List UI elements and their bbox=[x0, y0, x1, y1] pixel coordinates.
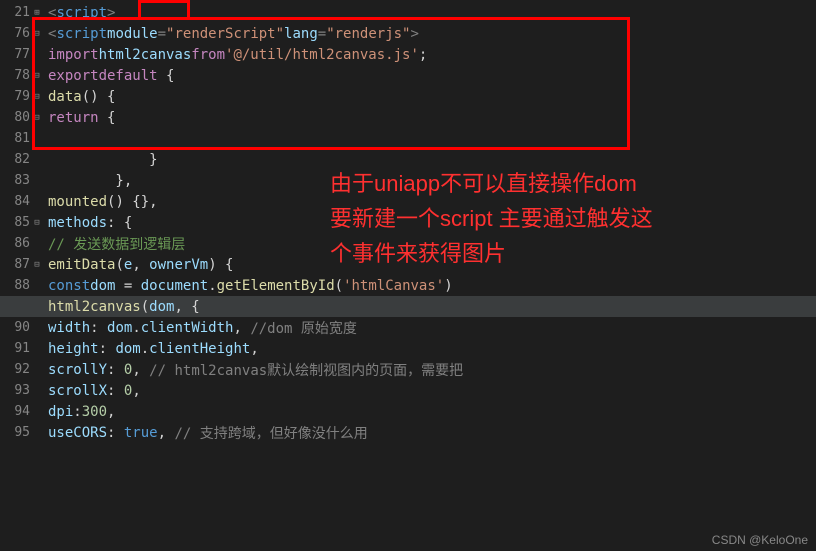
line-number: 85⊟ bbox=[0, 212, 44, 233]
fold-icon[interactable]: ⊟ bbox=[32, 218, 42, 228]
line-number-gutter: 21⊞76⊟7778⊟79⊟80⊟8182838485⊟8687⊟8889⊟90… bbox=[0, 0, 44, 551]
code-line[interactable]: height: dom.clientHeight, bbox=[48, 338, 816, 359]
line-number: 83 bbox=[0, 170, 44, 191]
code-line[interactable]: scrollY: 0, // html2canvas默认绘制视图内的页面，需要把 bbox=[48, 359, 816, 380]
fold-icon[interactable]: ⊟ bbox=[32, 29, 42, 39]
code-line[interactable]: data() { bbox=[48, 86, 816, 107]
code-line[interactable]: width: dom.clientWidth, //dom 原始宽度 bbox=[48, 317, 816, 338]
fold-icon[interactable]: ⊟ bbox=[32, 92, 42, 102]
code-line[interactable]: scrollX: 0, bbox=[48, 380, 816, 401]
line-number: 93 bbox=[0, 380, 44, 401]
line-number: 87⊟ bbox=[0, 254, 44, 275]
line-number: 95 bbox=[0, 422, 44, 443]
code-line[interactable]: <script module="renderScript" lang="rend… bbox=[48, 23, 816, 44]
line-number: 78⊟ bbox=[0, 65, 44, 86]
code-line[interactable]: useCORS: true, // 支持跨域，但好像没什么用 bbox=[48, 422, 816, 443]
fold-icon[interactable]: ⊟ bbox=[32, 260, 42, 270]
annotation-line1: 由于uniapp不可以直接操作dom bbox=[330, 166, 653, 201]
line-number: 90 bbox=[0, 317, 44, 338]
annotation-line3: 个事件来获得图片 bbox=[330, 236, 653, 271]
line-number: 21⊞ bbox=[0, 2, 44, 23]
line-number: 84 bbox=[0, 191, 44, 212]
code-line[interactable]: <script> bbox=[48, 2, 816, 23]
line-number: 86 bbox=[0, 233, 44, 254]
code-line[interactable]: return { bbox=[48, 107, 816, 128]
line-number: 77 bbox=[0, 44, 44, 65]
fold-icon[interactable]: ⊟ bbox=[32, 71, 42, 81]
fold-icon[interactable]: ⊟ bbox=[32, 113, 42, 123]
line-number: 94 bbox=[0, 401, 44, 422]
line-number: 81 bbox=[0, 128, 44, 149]
line-number: 88 bbox=[0, 275, 44, 296]
watermark: CSDN @KeloOne bbox=[712, 533, 808, 547]
code-line[interactable]: import html2canvas from '@/util/html2can… bbox=[48, 44, 816, 65]
code-line[interactable] bbox=[48, 128, 816, 149]
fold-icon[interactable]: ⊞ bbox=[32, 8, 42, 18]
code-line[interactable]: export default { bbox=[48, 65, 816, 86]
code-line[interactable]: const dom = document.getElementById('htm… bbox=[48, 275, 816, 296]
line-number: 91 bbox=[0, 338, 44, 359]
line-number: 79⊟ bbox=[0, 86, 44, 107]
annotation-text: 由于uniapp不可以直接操作dom 要新建一个script 主要通过触发这 个… bbox=[330, 166, 653, 272]
code-area[interactable]: <script><script module="renderScript" la… bbox=[44, 0, 816, 551]
code-line[interactable]: dpi:300, bbox=[48, 401, 816, 422]
line-number: 76⊟ bbox=[0, 23, 44, 44]
code-line[interactable]: html2canvas(dom, { bbox=[48, 296, 816, 317]
annotation-line2: 要新建一个script 主要通过触发这 bbox=[330, 201, 653, 236]
line-number: 80⊟ bbox=[0, 107, 44, 128]
line-number: 82 bbox=[0, 149, 44, 170]
line-number: 92 bbox=[0, 359, 44, 380]
code-editor: 21⊞76⊟7778⊟79⊟80⊟8182838485⊟8687⊟8889⊟90… bbox=[0, 0, 816, 551]
